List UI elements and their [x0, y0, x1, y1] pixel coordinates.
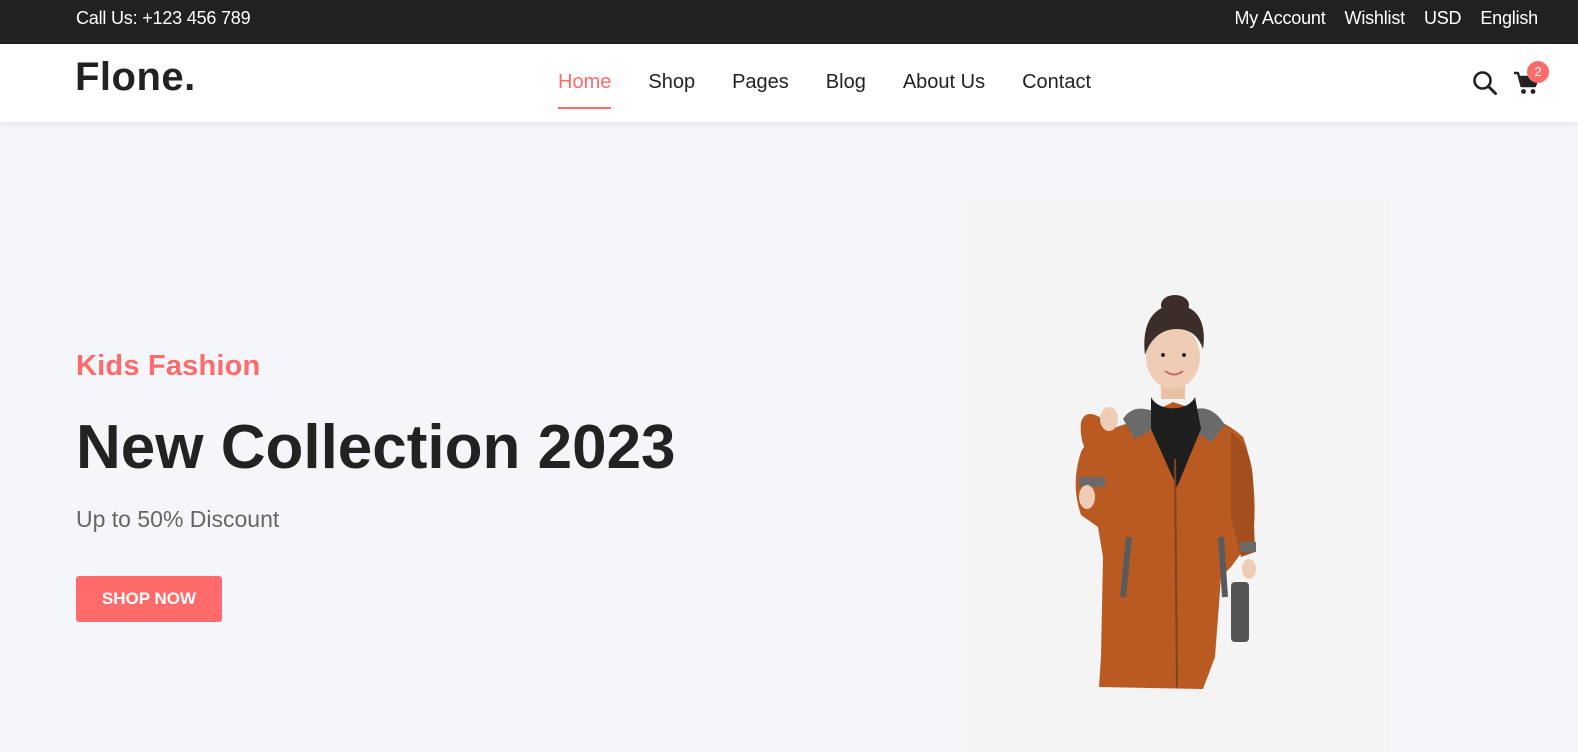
wishlist-link[interactable]: Wishlist [1345, 8, 1406, 29]
main-menu: Home Shop Pages Blog About Us Contact [558, 71, 1091, 109]
cart-count-badge: 2 [1527, 61, 1549, 83]
search-icon[interactable] [1472, 70, 1498, 96]
hero-product-image [963, 197, 1390, 752]
nav-about-us[interactable]: About Us [903, 71, 985, 94]
main-navbar: Flone. Home Shop Pages Blog About Us Con… [0, 44, 1578, 122]
logo[interactable]: Flone. [75, 55, 196, 100]
hero-subtitle: Kids Fashion [76, 350, 261, 382]
hero-headline: New Collection 2023 [76, 413, 676, 482]
hero-discount: Up to 50% Discount [76, 506, 280, 532]
currency-selector[interactable]: USD [1424, 8, 1462, 29]
my-account-link[interactable]: My Account [1235, 8, 1326, 29]
top-bar: Call Us: +123 456 789 My Account Wishlis… [0, 0, 1578, 44]
nav-contact[interactable]: Contact [1022, 71, 1091, 94]
shop-now-button[interactable]: SHOP NOW [76, 576, 222, 622]
nav-blog[interactable]: Blog [826, 71, 866, 94]
nav-pages[interactable]: Pages [732, 71, 789, 94]
top-links: My Account Wishlist USD English [1235, 8, 1539, 29]
nav-home[interactable]: Home [558, 71, 612, 109]
call-us-text: Call Us: +123 456 789 [76, 8, 251, 28]
language-selector[interactable]: English [1480, 8, 1538, 29]
hero-text: Kids Fashion New Collection 2023 Up to 5… [76, 350, 676, 622]
nav-shop[interactable]: Shop [648, 71, 695, 94]
